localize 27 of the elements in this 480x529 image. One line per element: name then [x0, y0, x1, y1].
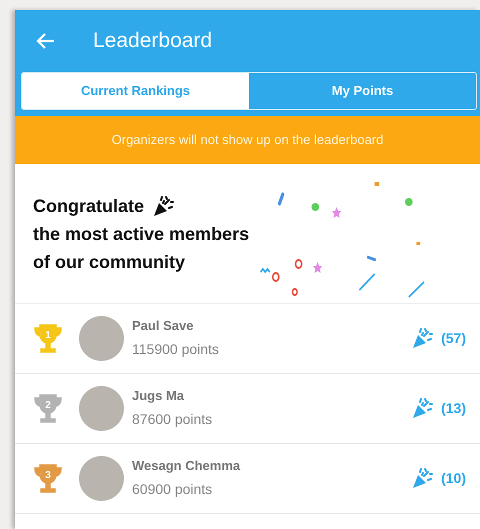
member-points: 60900 points [132, 480, 212, 499]
member-points: 115900 points [132, 340, 219, 359]
rank-number: 1 [45, 330, 51, 341]
member-name: Jugs Ma [132, 387, 184, 405]
party-popper-icon [411, 327, 434, 349]
congrats-text: of our community [33, 250, 185, 274]
party-popper-icon [152, 194, 174, 216]
member-name: Paul Save [132, 317, 194, 335]
avatar-placeholder [79, 386, 124, 430]
cheer-count: (10) [441, 468, 466, 488]
avatar-placeholder [79, 456, 124, 500]
avatar-placeholder [79, 316, 124, 360]
member-name: Wesagn Chemma [132, 457, 240, 475]
rank-number: 3 [45, 470, 51, 481]
party-popper-icon [411, 397, 434, 419]
screen-title: Leaderboard [93, 28, 212, 54]
notice-banner: Organizers will not show up on the leaderboard [15, 116, 480, 164]
back-arrow-icon[interactable] [35, 32, 55, 50]
congrats-heading: Congratulate [33, 194, 144, 218]
cheer-count: (57) [441, 328, 466, 348]
tab[interactable]: Current Rankings [22, 73, 249, 109]
tab[interactable]: My Points [249, 73, 476, 109]
member-points: 87600 points [132, 410, 212, 429]
congrats-text: the most active members [33, 222, 250, 246]
party-popper-icon [411, 467, 434, 489]
rank-number: 2 [45, 400, 51, 411]
cheer-count: (13) [441, 398, 466, 418]
